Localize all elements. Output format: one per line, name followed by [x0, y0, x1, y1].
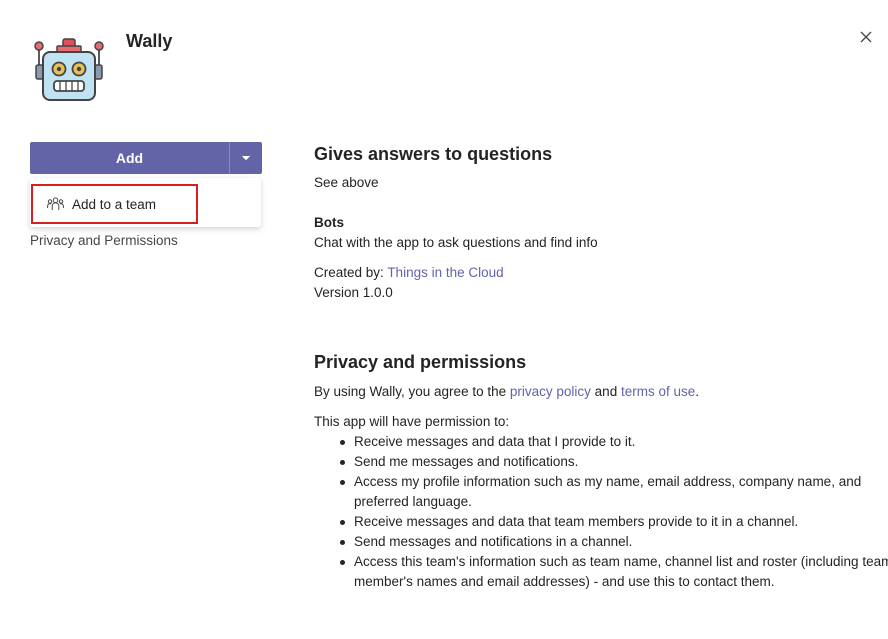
permission-item: Send me messages and notifications.	[340, 452, 888, 472]
privacy-heading: Privacy and permissions	[314, 352, 527, 372]
permissions-list: Receive messages and data that I provide…	[314, 432, 888, 592]
capability-title: Bots	[314, 215, 344, 230]
add-button-group: Add	[30, 142, 262, 174]
permission-item: Access my profile information such as my…	[340, 472, 888, 512]
permission-item: Send messages and notifications in a cha…	[340, 532, 888, 552]
details-description: See above	[314, 175, 379, 190]
chevron-down-icon	[242, 155, 250, 161]
privacy-intro: By using Wally, you agree to the privacy…	[314, 382, 699, 402]
permission-item: Receive messages and data that I provide…	[340, 432, 888, 452]
close-icon	[860, 31, 872, 43]
version-text: Version 1.0.0	[314, 285, 393, 300]
app-name: Wally	[126, 31, 173, 51]
publisher-link[interactable]: Things in the Cloud	[387, 265, 503, 280]
menu-item-add-to-team[interactable]: Add to a team	[31, 184, 198, 224]
created-by-label: Created by:	[314, 265, 384, 280]
terms-of-use-link[interactable]: terms of use	[621, 384, 695, 399]
permission-item: Access this team's information such as t…	[340, 552, 888, 592]
period-text: .	[695, 384, 700, 399]
robot-icon	[34, 38, 104, 101]
add-options-menu: Add to a team	[30, 178, 261, 227]
app-icon	[30, 37, 108, 103]
close-button[interactable]	[856, 27, 876, 47]
team-icon	[47, 197, 64, 210]
capability-description: Chat with the app to ask questions and f…	[314, 235, 598, 250]
menu-item-label: Add to a team	[72, 196, 157, 212]
permission-item: Receive messages and data that team memb…	[340, 512, 888, 532]
privacy-policy-link[interactable]: privacy policy	[510, 384, 591, 399]
privacy-permissions-link[interactable]: Privacy and Permissions	[30, 233, 178, 248]
permission-intro: This app will have permission to:	[314, 414, 510, 429]
privacy-intro-text: By using Wally, you agree to the	[314, 384, 507, 399]
add-button[interactable]: Add	[30, 142, 229, 174]
details-heading: Gives answers to questions	[314, 144, 553, 164]
and-text: and	[594, 384, 618, 399]
add-options-dropdown-button[interactable]	[230, 142, 262, 174]
created-by: Created by: Things in the Cloud	[314, 263, 504, 283]
